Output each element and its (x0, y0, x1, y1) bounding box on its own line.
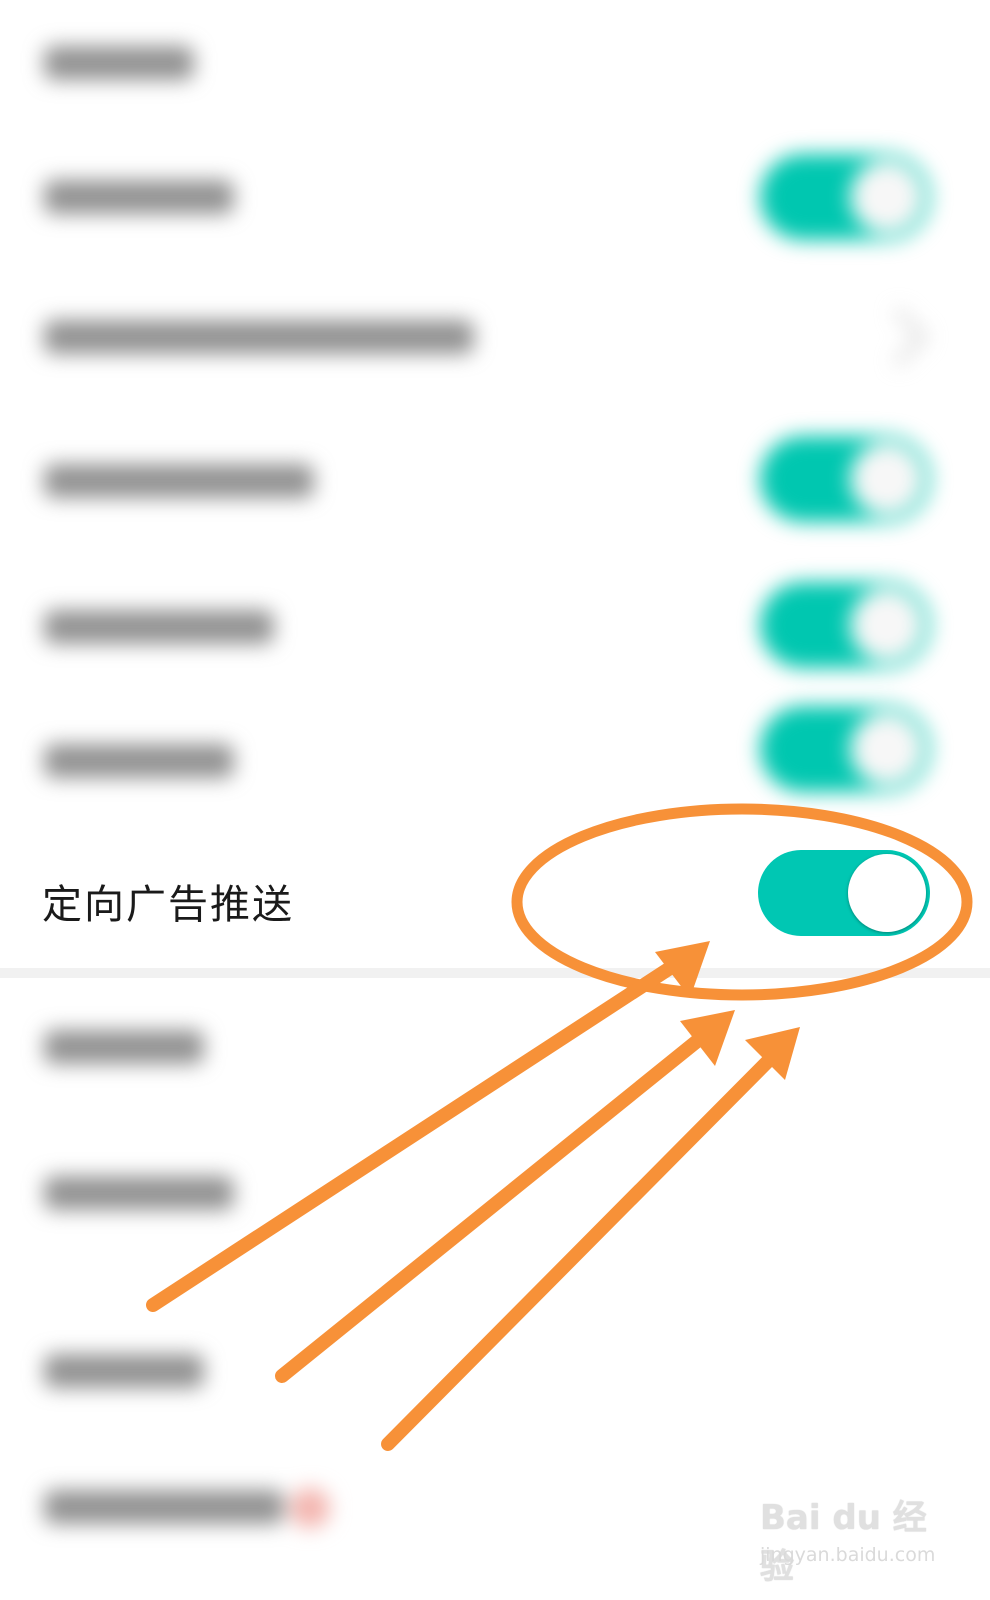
blurred-toggle[interactable] (760, 582, 930, 668)
blurred-row-label (44, 180, 234, 214)
watermark-logo: Bai du 经验 (760, 1498, 927, 1587)
blurred-row-label (44, 1354, 204, 1388)
blurred-settings-row[interactable] (0, 20, 990, 100)
ad-push-label: 定向广告推送 (42, 882, 294, 928)
section-divider (0, 968, 990, 978)
blurred-toggle[interactable] (760, 436, 930, 522)
blurred-row-label (44, 46, 194, 80)
ad-push-toggle[interactable] (758, 850, 930, 936)
watermark-url: jingyan.baidu.com (760, 1544, 936, 1566)
blurred-row-label (44, 610, 274, 644)
blurred-row-label (44, 1490, 284, 1524)
blurred-settings-row[interactable] (0, 570, 990, 690)
blurred-settings-row[interactable] (0, 140, 990, 250)
blurred-red-dot-badge (290, 1488, 330, 1528)
watermark: Bai du 经验 jingyan.baidu.com (760, 1490, 960, 1587)
blurred-settings-row[interactable] (0, 1000, 990, 1110)
blurred-settings-row[interactable] (0, 420, 990, 540)
blurred-settings-row[interactable] (0, 700, 990, 810)
blurred-settings-row[interactable] (0, 280, 990, 390)
blurred-row-label (44, 744, 234, 778)
blurred-row-label (44, 464, 314, 498)
arrow-1 (146, 941, 710, 1312)
blurred-settings-row[interactable] (0, 1150, 990, 1250)
blurred-row-label (44, 1176, 234, 1210)
blurred-row-label (44, 1030, 204, 1064)
blurred-chevron-icon (869, 307, 929, 367)
blurred-row-label (44, 320, 474, 354)
settings-screen: 定向广告推送 Bai du 经验 jingyan.baidu.com (0, 0, 990, 1600)
blurred-toggle[interactable] (760, 706, 930, 792)
blurred-settings-row[interactable] (0, 1330, 990, 1430)
toggle-knob (848, 854, 926, 932)
blurred-toggle[interactable] (760, 154, 930, 240)
